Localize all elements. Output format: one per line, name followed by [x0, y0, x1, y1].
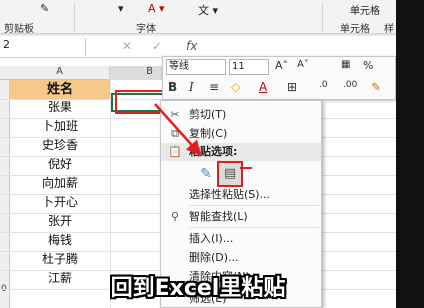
mini-toolbar: 等线 11 A˄ A˅ ▦ % B I ≡ ◇ A ⊞ .0 .00 ✎	[162, 56, 396, 100]
cells-group-label: 单元格	[340, 24, 370, 35]
name-cell[interactable]: 梅钱	[10, 231, 110, 250]
format-painter-icon[interactable]: ✎	[371, 80, 381, 94]
menu-item-paste-special[interactable]: 选择性粘贴(S)...	[161, 185, 321, 205]
name-cell[interactable]: 张果	[10, 98, 110, 117]
menu-item-copy[interactable]: ⧉ 复制(C)	[161, 124, 321, 144]
cell-a1-header[interactable]: 姓名	[10, 80, 110, 99]
font-color-dropdown[interactable]: A ▾	[148, 2, 165, 15]
menu-item-delete[interactable]: 删除(D)...	[161, 248, 321, 268]
menu-item-label: 插入(I)...	[189, 232, 234, 245]
name-cell[interactable]: 史珍香	[10, 136, 110, 155]
decrease-decimal-button[interactable]: .00	[343, 80, 357, 90]
clipboard-icon: 📋	[168, 145, 182, 158]
font-name-select[interactable]: 等线	[166, 59, 226, 75]
paste-keep-format-button[interactable]: ✎	[195, 163, 217, 185]
fill-color-dropdown[interactable]: ▾	[118, 2, 124, 15]
paste-values-button[interactable]: ▤	[217, 161, 243, 187]
formula-bar: 2 ✕ ✓ fx	[0, 36, 396, 58]
font-size-select[interactable]: 11	[229, 59, 269, 75]
name-cell[interactable]: 杜子腾	[10, 250, 110, 269]
percent-button[interactable]: %	[363, 59, 373, 72]
name-cell[interactable]: 张开	[10, 212, 110, 231]
menu-item-label: 删除(D)...	[189, 251, 239, 264]
copy-icon: ⧉	[171, 127, 179, 140]
align-button[interactable]: ≡	[209, 80, 219, 94]
increase-decimal-button[interactable]: .0	[319, 80, 328, 90]
menu-item-label: 选择性粘贴(S)...	[189, 188, 271, 201]
menu-item-label: 剪切(T)	[189, 108, 227, 121]
cells-group-button[interactable]: 单元格	[350, 2, 380, 17]
bold-button[interactable]: B	[168, 80, 177, 94]
name-cell[interactable]: 向加薪	[10, 174, 110, 193]
excel-window: ✎ ▾ A ▾ 文 ▾ 单元格 剪贴板 字体 单元格 样 2 ✕ ✓ fx A …	[0, 0, 396, 308]
format-painter-icon[interactable]: ✎	[40, 2, 49, 15]
phonetic-dropdown[interactable]: 文 ▾	[198, 2, 218, 18]
confirm-icon[interactable]: ✓	[152, 39, 162, 53]
column-header-a[interactable]: A	[10, 66, 110, 80]
menu-item-cut[interactable]: ✂ 剪切(T)	[161, 105, 321, 125]
font-group-label: 字体	[136, 24, 156, 35]
ribbon-separator	[322, 2, 323, 32]
name-cell[interactable]: 卜加班	[10, 117, 110, 136]
fill-color-button[interactable]: ◇	[231, 80, 240, 94]
shrink-font-button[interactable]: A˅	[297, 59, 309, 70]
menu-item-insert[interactable]: 插入(I)...	[161, 229, 321, 249]
borders-button[interactable]: ⊞	[287, 80, 297, 94]
font-color-button[interactable]: A	[259, 80, 267, 94]
name-box[interactable]: 2	[0, 38, 86, 56]
paste-options-header: 📋 粘贴选项:	[161, 143, 321, 161]
menu-item-smart-lookup[interactable]: ⚲ 智能查找(L)	[161, 207, 321, 227]
video-caption: 回到Excel里粘贴	[110, 276, 286, 301]
ribbon: ✎ ▾ A ▾ 文 ▾ 单元格 剪贴板 字体 单元格 样	[0, 0, 396, 35]
letterbox-band	[396, 0, 424, 308]
name-cell[interactable]: 卜开心	[10, 193, 110, 212]
clipboard-group-label: 剪贴板	[4, 24, 34, 35]
search-icon: ⚲	[170, 210, 180, 223]
grow-font-button[interactable]: A˄	[275, 59, 288, 72]
menu-separator	[189, 227, 319, 228]
cancel-icon[interactable]: ✕	[122, 39, 132, 53]
currency-button[interactable]: ▦	[341, 59, 350, 70]
italic-button[interactable]: I	[189, 80, 194, 94]
ribbon-separator	[74, 2, 75, 32]
styles-group-label: 样	[384, 24, 394, 35]
name-cell[interactable]: 倪好	[10, 155, 110, 174]
scissors-icon: ✂	[170, 108, 180, 121]
menu-separator	[189, 205, 319, 206]
menu-item-label: 复制(C)	[189, 127, 228, 140]
insert-function-icon[interactable]: fx	[186, 39, 197, 53]
menu-item-label: 智能查找(L)	[189, 210, 248, 223]
menu-item-label: 粘贴选项:	[189, 145, 238, 158]
